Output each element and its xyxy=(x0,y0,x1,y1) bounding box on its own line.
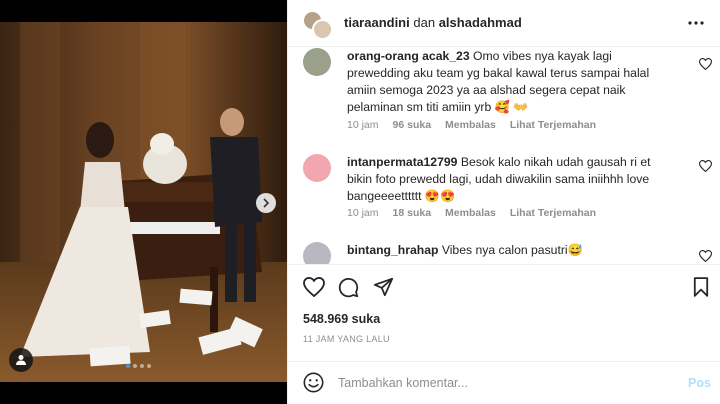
post-like-count[interactable]: 548.969 suka xyxy=(303,312,380,326)
comment-text-block: bintang_hrahap Vibes nya calon pasutri😅 xyxy=(347,242,677,259)
reply-button[interactable]: Membalas xyxy=(445,207,496,219)
translate-button[interactable]: Lihat Terjemahan xyxy=(510,207,596,219)
author-connector: dan xyxy=(413,15,436,30)
carousel-dot xyxy=(147,364,151,368)
add-comment-bar: Pos xyxy=(288,362,720,404)
reply-button[interactable]: Membalas xyxy=(445,119,496,131)
avatar[interactable] xyxy=(312,19,333,40)
comment-time[interactable]: 10 jam xyxy=(347,207,379,219)
next-photo-button[interactable] xyxy=(256,193,276,213)
carousel-indicator xyxy=(126,364,151,368)
author-avatars[interactable] xyxy=(302,10,334,40)
post-photo[interactable] xyxy=(0,0,287,404)
prewedding-photo xyxy=(0,22,287,382)
translate-button[interactable]: Lihat Terjemahan xyxy=(510,119,596,131)
comment-text-block: intanpermata12799 Besok kalo nikah udah … xyxy=(347,154,677,205)
like-heart-icon[interactable] xyxy=(303,277,325,297)
heart-icon[interactable] xyxy=(699,160,712,172)
carousel-dot-active xyxy=(126,364,130,368)
bookmark-icon[interactable] xyxy=(693,277,709,297)
comment-icon[interactable] xyxy=(338,277,359,298)
comment-likes[interactable]: 18 suka xyxy=(393,207,432,219)
divider xyxy=(288,264,720,265)
avatar[interactable] xyxy=(303,242,331,264)
share-send-icon[interactable] xyxy=(373,277,394,297)
heart-icon[interactable] xyxy=(699,58,712,70)
carousel-dot xyxy=(133,364,137,368)
comment-input[interactable] xyxy=(338,373,658,393)
post-actions xyxy=(288,276,720,302)
author-username[interactable]: tiaraandini xyxy=(344,15,410,30)
comment-username[interactable]: bintang_hrahap xyxy=(347,243,438,257)
comment-text: Vibes nya calon pasutri😅 xyxy=(441,243,583,257)
author-username[interactable]: alshadahmad xyxy=(439,15,522,30)
chevron-right-icon xyxy=(263,198,270,208)
user-icon xyxy=(16,355,26,365)
comment-username[interactable]: orang-orang acak_23 xyxy=(347,49,470,63)
tagged-users-button[interactable] xyxy=(9,348,33,372)
comment-meta: 10 jam 96 suka Membalas Lihat Terjemahan xyxy=(347,119,610,131)
more-options-icon[interactable] xyxy=(686,14,706,32)
post-comment-button[interactable]: Pos xyxy=(688,376,711,390)
post-timestamp[interactable]: 11 JAM YANG LALU xyxy=(303,334,390,344)
comment-likes[interactable]: 96 suka xyxy=(393,119,432,131)
comment-text-block: orang-orang acak_23 Omo vibes nya kayak … xyxy=(347,48,677,116)
comments-list: orang-orang acak_23 Omo vibes nya kayak … xyxy=(288,46,720,264)
comment-meta: 10 jam 18 suka Membalas Lihat Terjemahan xyxy=(347,207,610,219)
post-details-panel: tiaraandini dan alshadahmad orang-orang … xyxy=(287,0,720,404)
comment-username[interactable]: intanpermata12799 xyxy=(347,155,457,169)
post-authors: tiaraandini dan alshadahmad xyxy=(344,15,522,30)
comment-time[interactable]: 10 jam xyxy=(347,119,379,131)
heart-icon[interactable] xyxy=(699,250,712,262)
avatar[interactable] xyxy=(303,48,331,76)
emoji-icon[interactable] xyxy=(303,372,324,393)
post-header: tiaraandini dan alshadahmad xyxy=(288,0,720,46)
avatar[interactable] xyxy=(303,154,331,182)
carousel-dot xyxy=(140,364,144,368)
